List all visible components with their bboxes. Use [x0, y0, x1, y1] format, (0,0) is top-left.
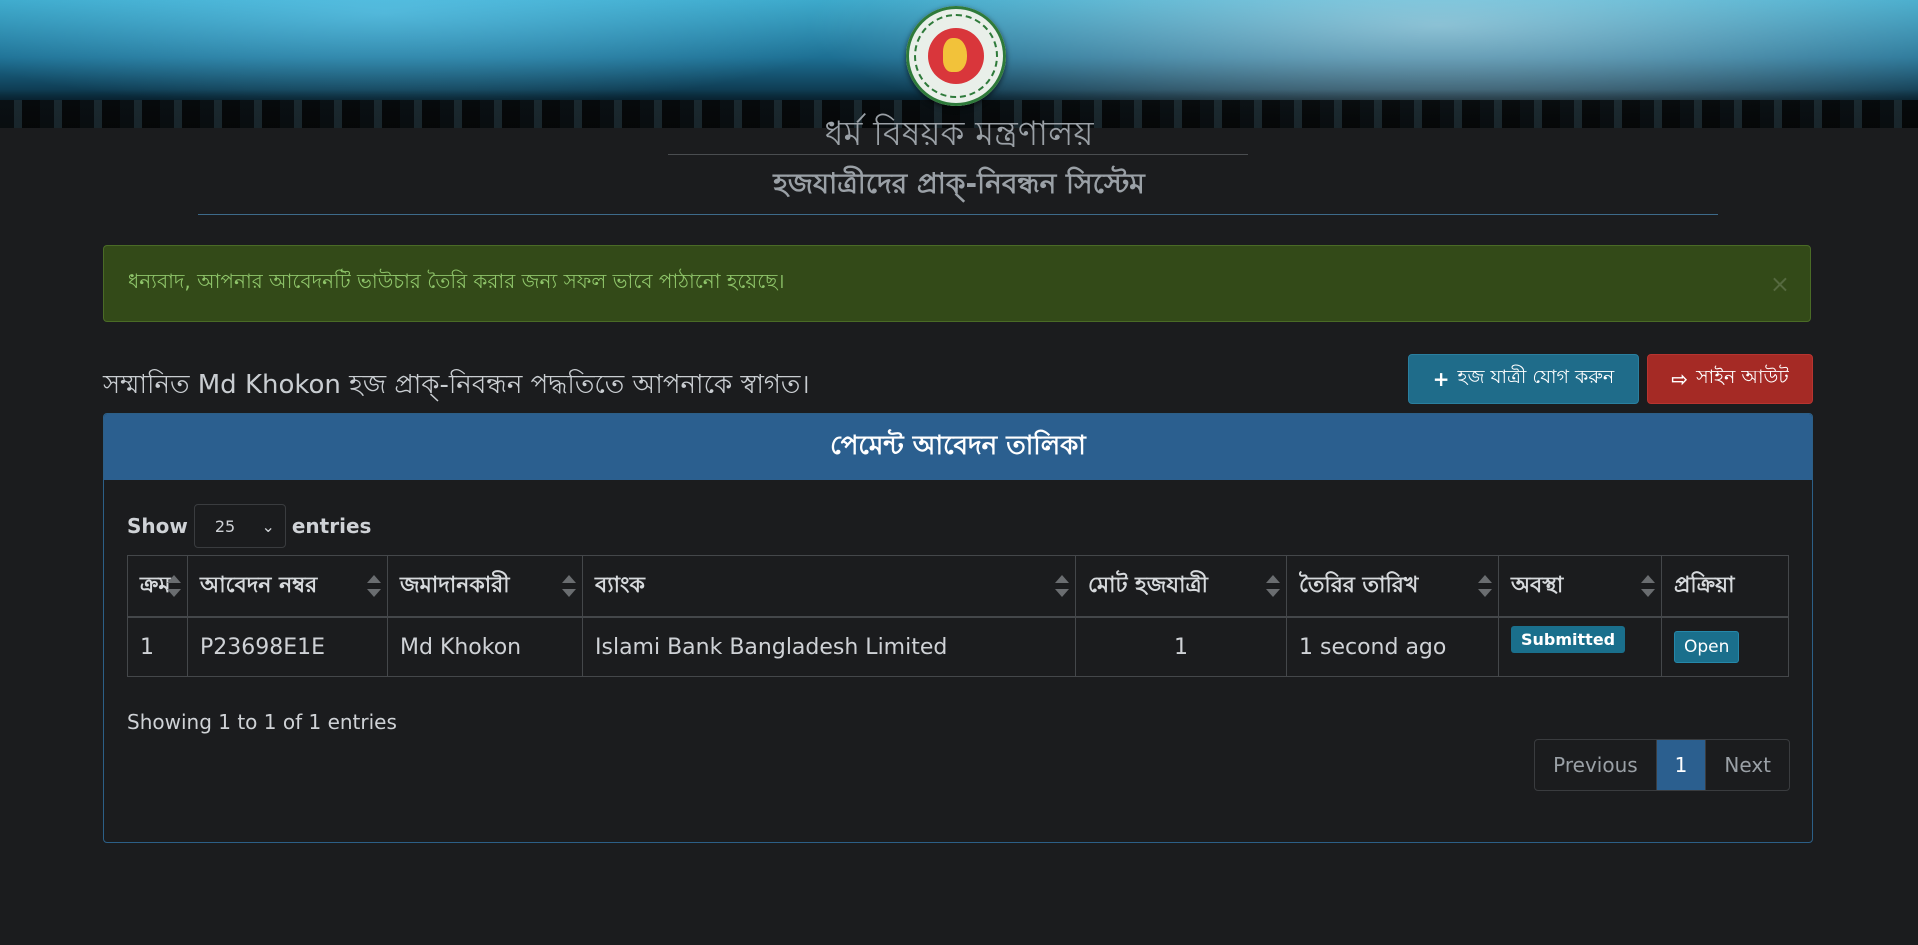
table-header-row: ক্রম আবেদন নম্বর জমাদানকারী ব্যাংক মোট হ… — [127, 555, 1789, 618]
cell-bank: Islami Bank Bangladesh Limited — [582, 616, 1076, 677]
header-divider — [198, 214, 1718, 215]
add-pilgrim-button[interactable]: + হজ যাত্রী যোগ করুন — [1408, 354, 1639, 404]
ministry-title: ধর্ম বিষয়ক মন্ত্রণালয় — [824, 114, 1094, 154]
page-length-select[interactable]: 25 ⌄ — [193, 504, 286, 548]
success-alert: ধন্যবাদ, আপনার আবেদনটি ভাউচার তৈরি করার … — [103, 245, 1811, 322]
chevron-down-icon: ⌄ — [261, 516, 275, 536]
column-action: প্রক্রিয়া — [1661, 555, 1789, 618]
add-pilgrim-label: হজ যাত্রী যোগ করুন — [1457, 366, 1615, 388]
sign-out-label: সাইন আউট — [1696, 366, 1789, 388]
sort-icon — [562, 575, 576, 597]
column-bank[interactable]: ব্যাংক — [582, 555, 1076, 618]
page-length-control: Show 25 ⌄ entries — [127, 504, 371, 548]
cell-depositor: Md Khokon — [387, 616, 583, 677]
sort-icon — [1055, 575, 1069, 597]
page-1-button[interactable]: 1 — [1656, 740, 1706, 790]
table-row: 1 P23698E1E Md Khokon Islami Bank Bangla… — [127, 616, 1789, 677]
previous-page-button[interactable]: Previous — [1535, 740, 1657, 790]
column-status[interactable]: অবস্থা — [1498, 555, 1662, 618]
next-page-button[interactable]: Next — [1705, 740, 1789, 790]
status-badge: Submitted — [1511, 625, 1626, 653]
column-serial[interactable]: ক্রম — [127, 555, 188, 618]
sort-icon — [1641, 575, 1655, 597]
column-application-no[interactable]: আবেদন নম্বর — [187, 555, 388, 618]
close-icon[interactable]: × — [1770, 270, 1790, 298]
pagination: Previous 1 Next — [1534, 739, 1790, 791]
panel-title: পেমেন্ট আবেদন তালিকা — [104, 414, 1812, 480]
title-divider — [668, 154, 1248, 155]
sign-out-button[interactable]: ⇨ সাইন আউট — [1647, 354, 1813, 404]
sort-icon — [1266, 575, 1280, 597]
entries-label: entries — [291, 514, 372, 538]
plus-icon: + — [1432, 367, 1450, 391]
welcome-message: সম্মানিত Md Khokon হজ প্রাক্-নিবন্ধন পদ্… — [103, 370, 810, 400]
payment-application-panel: পেমেন্ট আবেদন তালিকা Show 25 ⌄ entries ক… — [103, 413, 1813, 843]
column-depositor[interactable]: জমাদানকারী — [387, 555, 583, 618]
cell-application-no: P23698E1E — [187, 616, 388, 677]
cell-action: Open — [1661, 616, 1789, 677]
cell-created: 1 second ago — [1286, 616, 1499, 677]
sort-icon — [1478, 575, 1492, 597]
application-table: ক্রম আবেদন নম্বর জমাদানকারী ব্যাংক মোট হ… — [127, 555, 1789, 677]
sort-icon — [167, 575, 181, 597]
show-label: Show — [127, 514, 188, 538]
government-seal-logo — [906, 6, 1006, 106]
sort-icon — [367, 575, 381, 597]
table-info: Showing 1 to 1 of 1 entries — [127, 710, 397, 734]
open-button[interactable]: Open — [1674, 631, 1740, 663]
page-length-value: 25 — [214, 516, 236, 536]
cell-status: Submitted — [1498, 616, 1662, 677]
alert-message: ধন্যবাদ, আপনার আবেদনটি ভাউচার তৈরি করার … — [128, 269, 785, 293]
seal-map-icon — [943, 38, 967, 72]
cell-serial: 1 — [127, 616, 188, 677]
column-created-date[interactable]: তৈরির তারিখ — [1286, 555, 1499, 618]
system-title: হজযাত্রীদের প্রাক্-নিবন্ধন সিস্টেম — [773, 167, 1145, 200]
sign-out-icon: ⇨ — [1671, 367, 1689, 391]
column-total-pilgrims[interactable]: মোট হজযাত্রী — [1075, 555, 1287, 618]
cell-total-pilgrims: 1 — [1075, 616, 1287, 677]
